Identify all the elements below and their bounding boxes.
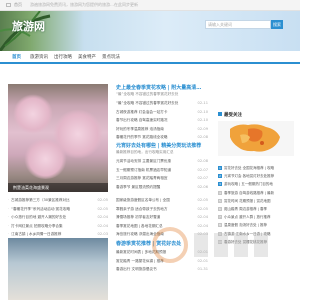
blossom-cluster: [23, 139, 68, 179]
list-item[interactable]: 02-08 元宵节活动安排 主要景区门票优惠: [116, 157, 208, 166]
list-item[interactable]: 02-07 三月周边游推荐 赏花踏青两相宜: [116, 174, 208, 183]
list-item[interactable]: 02-04 · 小众旅行目的地 避开人潮的好去处: [8, 213, 108, 222]
site-logo[interactable]: 旅游网: [12, 18, 45, 34]
headline-sub: “最”全攻略 不容错过的春季赏花好去处: [116, 92, 179, 96]
list-item[interactable]: 02-08 春暖花开的季节 赏花路线全攻略: [116, 133, 208, 142]
watermark-logo: [152, 227, 268, 263]
list-item[interactable]: 02-04 · 打卡网红景点 拍照攻略分享合集: [8, 222, 108, 231]
rank-badge: 3: [218, 182, 222, 187]
bottom-photo[interactable]: [8, 238, 108, 300]
news-list-left: 02-05 · 古城游推荐第三方（30景区推荐对比 02-05 · “春暖花开季”系列活…: [8, 196, 108, 239]
china-map-widget[interactable]: [218, 121, 294, 156]
top-bar: 首页 游遍旅游网免费资讯，旅游网为您提供的旅游…在此同步更新: [0, 0, 300, 11]
feature-photo-caption: 荆楚油菜花海盛景观: [8, 183, 108, 192]
nav-travel-guide[interactable]: 出行攻略: [54, 54, 72, 60]
headline-sub: 最新推荐目的地，出行攻略实用汇总: [116, 150, 174, 154]
news-list-mid: 02-08 元宵节活动安排 主要景区门票优惠 02-07 五一假期预订指南 机票酒店…: [116, 157, 208, 191]
main-nav: 首页 旅游资讯 出行攻略 美食特产 景点玩法: [0, 51, 300, 64]
list-item[interactable]: 02-10 春节出行攻略 自驾高速实时路况: [116, 116, 208, 125]
headline-link[interactable]: 史上最全春季赏花攻略 | 附大量高清…: [116, 84, 201, 91]
blossom-cluster: [13, 94, 53, 134]
rank-badge: 7: [218, 215, 222, 220]
rank-badge: 4: [218, 190, 222, 195]
top-home-link[interactable]: 首页: [14, 0, 22, 10]
list-item[interactable]: 01-31 春游出行 文明旅游倡议书: [116, 265, 208, 274]
nav-travel-news[interactable]: 旅游资讯: [30, 54, 48, 60]
list-item[interactable]: 02-05 · 古城游推荐第三方（30景区推荐对比: [8, 196, 108, 205]
search-button[interactable]: 搜索: [271, 20, 283, 29]
list-item[interactable]: 02-05 国家级旅游度假区名单公布 | 全国: [116, 196, 208, 205]
sidebar-item[interactable]: 6 爬山踏青 周边游推荐 | 春季: [218, 205, 296, 213]
rank-badge: 1: [218, 166, 222, 170]
list-item[interactable]: 02-11 “最”全攻略 不容错过的春季赏花好去处: [116, 99, 208, 108]
list-item[interactable]: 02-06 春游季节 景区限流预约提醒: [116, 183, 208, 192]
home-icon[interactable]: [6, 3, 11, 7]
list-item[interactable]: 02-09 好玩的冬季温泉推荐 泡汤指南: [116, 125, 208, 134]
sidebar-item[interactable]: 5 赏花时间 花期预报 | 赏花地图: [218, 197, 296, 205]
nav-home[interactable]: 首页: [12, 54, 21, 60]
nav-attraction[interactable]: 景点玩法: [102, 54, 120, 60]
search-input[interactable]: 请输入关键词: [205, 20, 271, 29]
sidebar-item[interactable]: 4 春季旅游 自驾游线路推荐 | 最新: [218, 189, 296, 197]
sidebar-item[interactable]: 3 游玩攻略 | 五一假期热门目的地: [218, 180, 296, 188]
sidebar-item[interactable]: 7 小众景点 避开人群 | 旅行推荐: [218, 213, 296, 221]
list-item[interactable]: 02-05 · “春暖花开季”系列活动启动 赏花攻略: [8, 205, 108, 214]
rank-badge: 2: [218, 174, 222, 179]
headline-link[interactable]: 元宵好去处有哪些 | 精美分类玩法推荐: [116, 142, 201, 149]
nav-food-specialty[interactable]: 美食特产: [78, 54, 96, 60]
title-marker: [218, 112, 222, 116]
rank-badge: 5: [218, 198, 222, 203]
map-icon: [230, 124, 280, 152]
sidebar-item[interactable]: 1 赏花好去处 全国花海推荐 | 攻略: [218, 164, 296, 172]
rank-badge: 6: [218, 206, 222, 211]
feature-photo[interactable]: 荆楚油菜花海盛景观: [8, 84, 108, 192]
header-banner: [0, 11, 300, 51]
sidebar-title: 最受关注: [218, 112, 242, 118]
news-list-top: 02-11 “最”全攻略 不容错过的春季赏花好去处 02-10 古城夜游推荐 灯会庙…: [116, 99, 208, 142]
list-item[interactable]: 02-04 滑雪场推荐 初学者友好雪道: [116, 213, 208, 222]
list-item[interactable]: 02-10 古城夜游推荐 灯会庙会一站打卡: [116, 108, 208, 117]
list-item[interactable]: 02-05 寒假亲子游 适合带孩子去的地方: [116, 205, 208, 214]
list-item[interactable]: 02-07 五一假期预订指南 机票酒店早知道: [116, 166, 208, 175]
sidebar-item[interactable]: 2 元宵节灯会 各地赏灯好去处推荐: [218, 172, 296, 180]
top-notice: 游遍旅游网免费资讯，旅游网为您提供的旅游…在此同步更新: [30, 2, 138, 7]
